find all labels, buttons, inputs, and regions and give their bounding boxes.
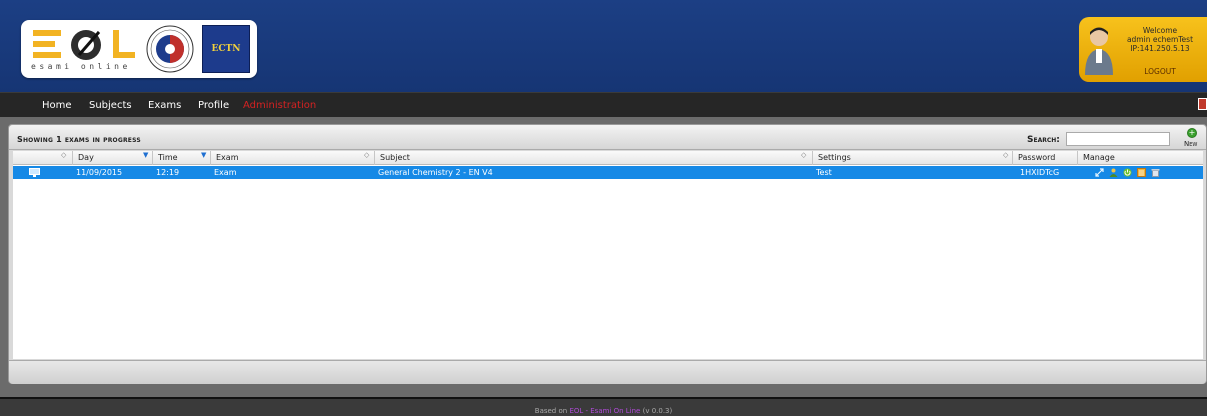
search-input[interactable] (1066, 132, 1170, 146)
footer-version: (v 0.0.3) (642, 407, 673, 415)
row-time: 12:19 (156, 168, 180, 177)
university-seal-icon (146, 25, 194, 73)
sort-icon[interactable]: ◇ (61, 151, 66, 159)
panel-header: Showing 1 exams in progress Search: + Ne… (9, 125, 1206, 150)
welcome-box: Welcome admin echemTest IP:141.250.5.13 … (1079, 17, 1207, 82)
uk-flag-icon[interactable] (1198, 98, 1207, 110)
resize-icon[interactable] (1095, 168, 1104, 177)
user-avatar-icon (1085, 27, 1113, 75)
footer-prefix: Based on (534, 407, 568, 415)
panel-title: Showing 1 exams in progress (17, 135, 141, 144)
column-password[interactable]: Password (1012, 151, 1077, 165)
column-settings[interactable]: Settings (812, 151, 1012, 165)
table-row[interactable]: 11/09/2015 12:19 Exam General Chemistry … (13, 166, 1203, 179)
sort-icon[interactable]: ◇ (1003, 151, 1008, 159)
nav-profile[interactable]: Profile (198, 100, 229, 111)
row-exam: Exam (214, 168, 237, 177)
power-icon[interactable] (1123, 168, 1132, 177)
column-manage-label: Manage (1083, 153, 1115, 162)
monitor-icon (29, 168, 40, 177)
search-label: Search: (1027, 135, 1060, 145)
footer-link[interactable]: EOL - Esami On Line (569, 407, 640, 415)
nav-exams[interactable]: Exams (148, 100, 181, 111)
header: esami online ECTN Welcome admin echemTes… (0, 0, 1207, 92)
column-settings-label: Settings (818, 153, 851, 162)
column-subject[interactable]: Subject (374, 151, 811, 165)
nav-home[interactable]: Home (42, 100, 72, 111)
row-subject: General Chemistry 2 - EN V4 (378, 168, 493, 177)
ectn-logo: ECTN (202, 25, 250, 73)
user-icon[interactable] (1109, 168, 1118, 177)
ectn-label: ECTN (211, 44, 241, 54)
exams-table: ◇ Day ▼ Time ▼ Exam ◇ Subject ◇ Settings… (13, 151, 1203, 359)
footer: Based on EOL - Esami On Line (v 0.0.3) (0, 397, 1207, 416)
panel-footer (9, 360, 1206, 384)
sort-icon[interactable]: ◇ (801, 151, 806, 159)
welcome-greeting: Welcome (1142, 26, 1178, 35)
welcome-user: admin echemTest (1126, 35, 1194, 44)
new-button[interactable]: New (1184, 140, 1197, 148)
exams-panel: Showing 1 exams in progress Search: + Ne… (8, 124, 1207, 384)
column-day-label: Day (78, 153, 94, 162)
column-password-label: Password (1018, 153, 1056, 162)
logo-subtitle: esami online (31, 62, 131, 71)
nav-administration[interactable]: Administration (243, 100, 316, 111)
footer-text: Based on EOL - Esami On Line (v 0.0.3) (0, 407, 1207, 415)
sort-down-icon[interactable]: ▼ (143, 151, 148, 159)
column-time-label: Time (158, 153, 178, 162)
sort-down-icon[interactable]: ▼ (201, 151, 206, 159)
logo[interactable]: esami online ECTN (21, 20, 257, 78)
column-subject-label: Subject (380, 153, 410, 162)
column-manage: Manage (1077, 151, 1203, 165)
row-password: 1HXIDTcG (1020, 168, 1060, 177)
sort-icon[interactable]: ◇ (364, 151, 369, 159)
welcome-ip: IP:141.250.5.13 (1130, 44, 1190, 53)
main-nav: Home Subjects Exams Profile Administrati… (0, 92, 1207, 117)
add-icon[interactable]: + (1187, 128, 1197, 138)
column-day[interactable]: Day (72, 151, 152, 165)
list-icon[interactable] (1137, 168, 1146, 177)
trash-icon[interactable] (1151, 168, 1160, 177)
logout-link[interactable]: LOGOUT (1113, 67, 1207, 76)
table-header: ◇ Day ▼ Time ▼ Exam ◇ Subject ◇ Settings… (13, 151, 1203, 165)
nav-subjects[interactable]: Subjects (89, 100, 132, 111)
column-exam-label: Exam (216, 153, 239, 162)
column-exam[interactable]: Exam (210, 151, 368, 165)
row-day: 11/09/2015 (76, 168, 123, 177)
row-settings: Test (816, 168, 832, 177)
